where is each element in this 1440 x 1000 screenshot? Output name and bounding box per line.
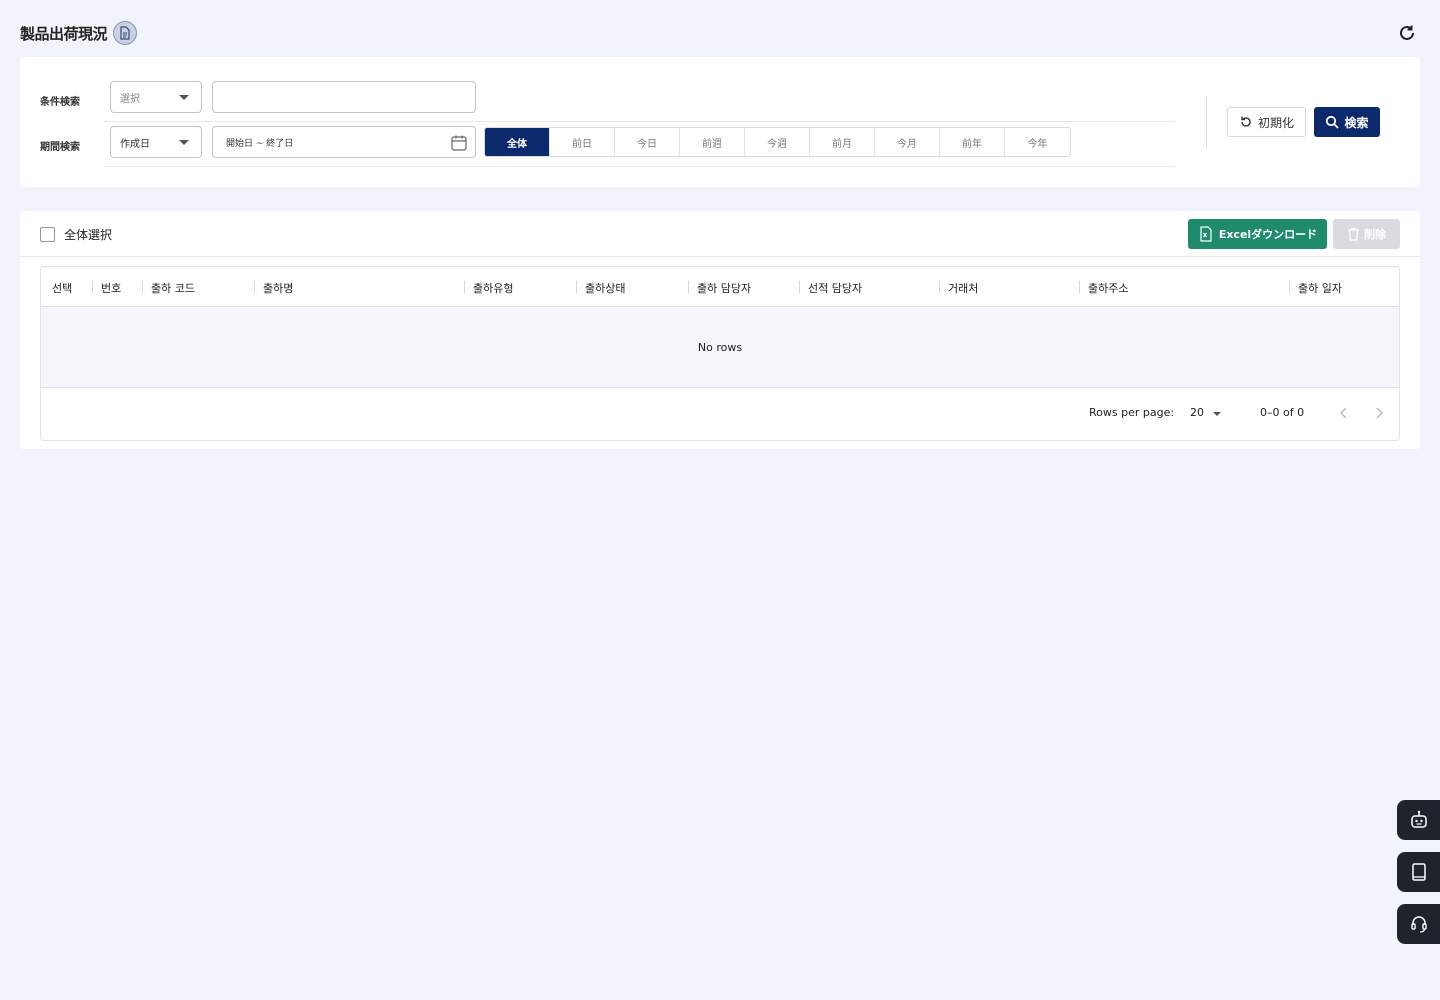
rows-per-page-label: Rows per page: <box>1089 406 1175 419</box>
table-body: No rows <box>41 307 1399 388</box>
period-select-value: 作成日 <box>120 138 150 150</box>
col-header-shipment-date[interactable]: 출하 일자 <box>1298 280 1342 296</box>
chatbot-icon <box>1410 810 1427 828</box>
column-separator[interactable] <box>576 281 577 293</box>
col-header-number[interactable]: 번호 <box>101 280 121 296</box>
column-separator[interactable] <box>464 281 465 293</box>
date-range-input[interactable]: 開始日 ~ 終了日 <box>212 126 476 158</box>
pagination-range: 0–0 of 0 <box>1260 406 1305 419</box>
column-separator[interactable] <box>939 281 940 293</box>
condition-select[interactable]: 選択 <box>110 81 202 113</box>
rows-per-page-select[interactable]: 20 <box>1190 406 1204 419</box>
col-header-shipment-status[interactable]: 출하상태 <box>585 280 625 296</box>
period-btn-all[interactable]: 全体 <box>485 128 550 156</box>
column-separator[interactable] <box>688 281 689 293</box>
period-btn-last-year[interactable]: 前年 <box>940 128 1005 156</box>
period-btn-this-month[interactable]: 今月 <box>875 128 940 156</box>
excel-download-button[interactable]: Excelダウンロード <box>1188 219 1327 249</box>
column-separator[interactable] <box>1289 281 1290 293</box>
divider <box>104 166 1174 167</box>
col-header-shipment-manager[interactable]: 출하 담당자 <box>697 280 751 296</box>
condition-select-value: 選択 <box>120 93 140 105</box>
select-all-checkbox[interactable] <box>40 227 55 242</box>
search-icon <box>1326 115 1340 129</box>
period-select[interactable]: 作成日 <box>110 126 202 158</box>
page-header: 製品出荷現況 <box>20 18 1420 48</box>
col-header-shipment-address[interactable]: 출하주소 <box>1088 280 1128 296</box>
period-btn-yesterday[interactable]: 前日 <box>550 128 615 156</box>
table-header: 선택 번호 출하 코드 출하명 출하유형 출하상태 출하 담당자 선적 담당자 … <box>41 267 1399 307</box>
pagination: Rows per page: 20 0–0 of 0 <box>41 388 1399 441</box>
reset-icon <box>1241 116 1251 127</box>
col-header-shipment-type[interactable]: 출하유형 <box>473 280 513 296</box>
excel-icon <box>1200 226 1212 242</box>
column-separator[interactable] <box>142 281 143 293</box>
divider <box>104 121 1174 122</box>
trash-icon <box>1348 227 1359 241</box>
excel-download-label: Excelダウンロード <box>1218 228 1318 241</box>
reset-label: 初期化 <box>1257 115 1294 130</box>
calendar-icon[interactable] <box>450 134 468 152</box>
refresh-icon[interactable] <box>1396 22 1418 44</box>
grid-panel: 全体選択 Excelダウンロード 削除 선택 번호 출하 코드 출하명 출하유형… <box>20 211 1420 449</box>
search-panel: 条件検索 選択 期間検索 作成日 開始日 ~ 終了日 全体 前日 今日 前週 今… <box>20 57 1420 187</box>
period-btn-last-week[interactable]: 前週 <box>680 128 745 156</box>
data-table: 선택 번호 출하 코드 출하명 출하유형 출하상태 출하 담당자 선적 담당자 … <box>40 266 1400 441</box>
chevron-down-icon <box>179 95 189 100</box>
manual-icon <box>1411 863 1426 881</box>
search-label: 検索 <box>1344 115 1369 130</box>
chatbot-button[interactable] <box>1397 800 1440 840</box>
col-header-shipment-name[interactable]: 출하명 <box>263 280 293 296</box>
chevron-right-icon[interactable] <box>1372 406 1386 420</box>
chevron-down-icon <box>179 140 189 145</box>
column-separator[interactable] <box>1079 281 1080 293</box>
page-title: 製品出荷現況 <box>20 24 108 43</box>
chevron-down-icon[interactable] <box>1213 412 1221 416</box>
divider <box>1206 96 1207 148</box>
period-btn-this-week[interactable]: 今週 <box>745 128 810 156</box>
col-header-loading-manager[interactable]: 선적 담당자 <box>808 280 862 296</box>
document-icon[interactable] <box>113 21 138 45</box>
period-button-group: 全体 前日 今日 前週 今週 前月 今月 前年 今年 <box>484 127 1071 157</box>
period-btn-last-month[interactable]: 前月 <box>810 128 875 156</box>
column-separator[interactable] <box>799 281 800 293</box>
empty-rows-message: No rows <box>697 340 743 354</box>
date-range-text: 開始日 ~ 終了日 <box>226 138 294 149</box>
delete-button[interactable]: 削除 <box>1333 219 1400 249</box>
period-btn-this-year[interactable]: 今年 <box>1005 128 1070 156</box>
col-header-client[interactable]: 거래처 <box>948 280 978 296</box>
chevron-left-icon[interactable] <box>1337 406 1351 420</box>
delete-label: 削除 <box>1364 228 1386 241</box>
support-headset-icon <box>1410 916 1427 933</box>
support-button[interactable] <box>1397 904 1440 944</box>
column-separator[interactable] <box>92 281 93 293</box>
reset-button[interactable]: 初期化 <box>1227 107 1306 137</box>
col-header-shipment-code[interactable]: 출하 코드 <box>151 280 195 296</box>
search-button[interactable]: 検索 <box>1314 107 1380 137</box>
col-header-select[interactable]: 선택 <box>52 280 72 296</box>
column-separator[interactable] <box>254 281 255 293</box>
period-btn-today[interactable]: 今日 <box>615 128 680 156</box>
select-all-label: 全体選択 <box>64 228 113 242</box>
manual-button[interactable] <box>1397 852 1440 892</box>
condition-input[interactable] <box>212 81 476 113</box>
grid-toolbar: 全体選択 Excelダウンロード 削除 <box>20 211 1420 257</box>
condition-search-label: 条件検索 <box>40 97 80 108</box>
period-search-label: 期間検索 <box>40 142 80 153</box>
